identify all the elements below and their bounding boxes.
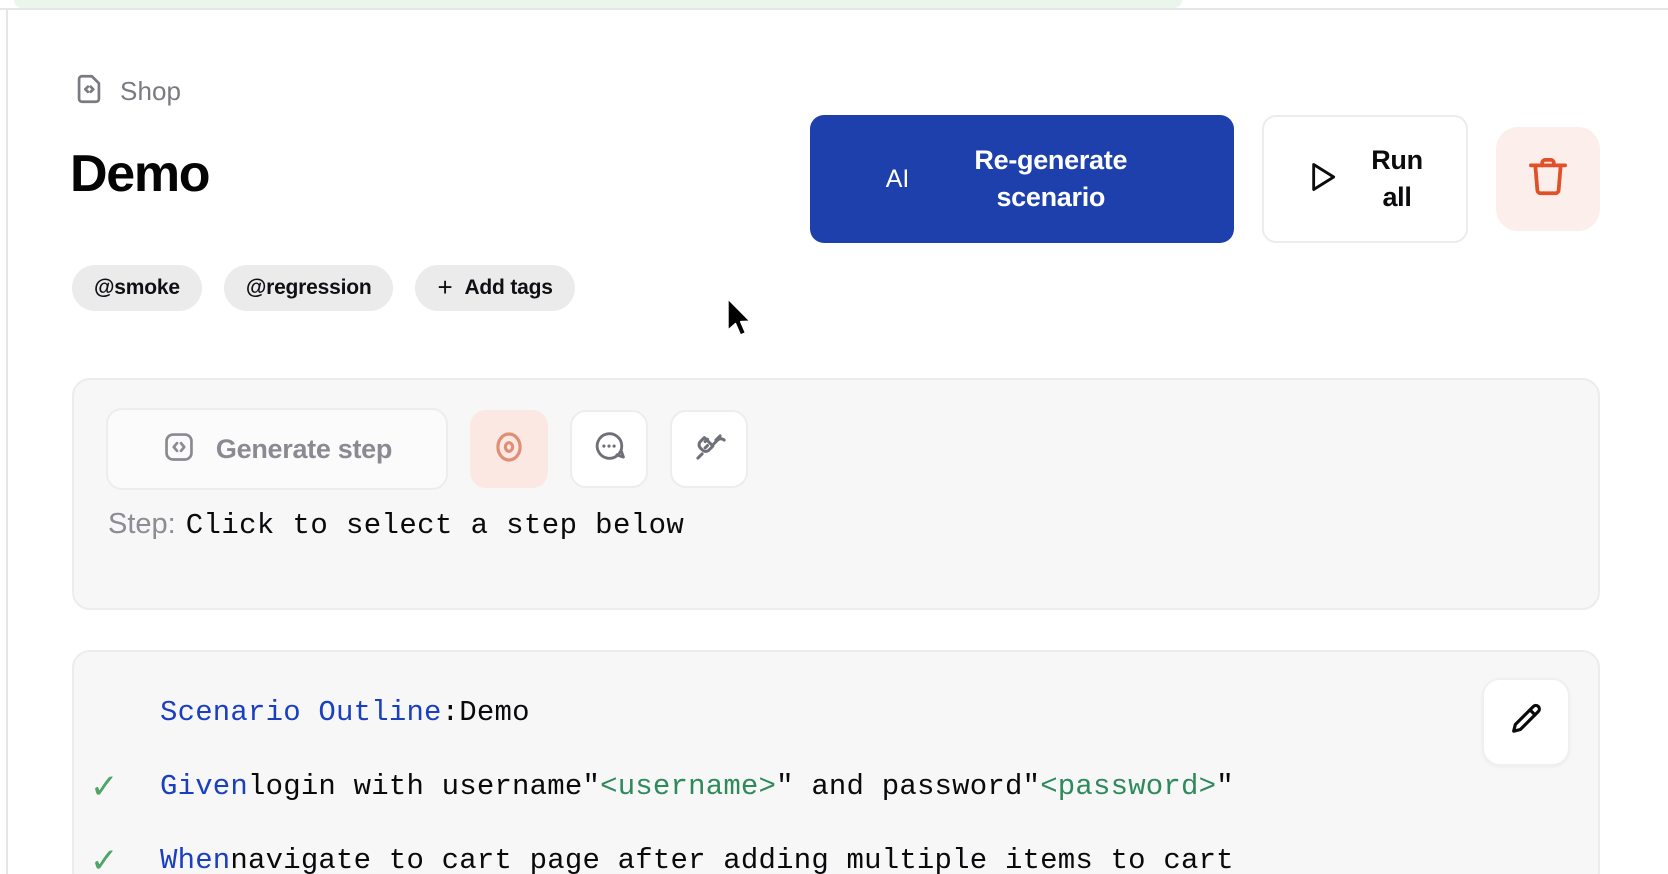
gherkin-text: " — [1022, 770, 1041, 803]
add-tags-label: Add tags — [464, 276, 553, 299]
play-triangle-icon — [1302, 157, 1342, 202]
edit-scenario-button[interactable] — [1482, 678, 1570, 766]
step-value[interactable]: Click to select a step below — [186, 509, 684, 542]
generate-step-button[interactable]: Generate step — [106, 408, 448, 490]
tag-smoke[interactable]: @smoke — [72, 265, 202, 311]
app-viewport: Shop Demo @smoke @regression + Add tags … — [0, 0, 1668, 874]
breadcrumb-label: Shop — [120, 76, 182, 106]
add-tags-button[interactable]: + Add tags — [415, 265, 575, 311]
regenerate-scenario-button[interactable]: AI Re-generate scenario — [810, 115, 1234, 243]
step-key: Step: — [108, 508, 176, 540]
gherkin-text: Demo — [459, 696, 530, 729]
tag-label: @smoke — [94, 276, 180, 299]
regenerate-label: Re-generate scenario — [974, 144, 1128, 212]
tag-label: @regression — [245, 276, 372, 299]
comment-button[interactable] — [570, 410, 648, 488]
delete-scenario-button[interactable] — [1496, 127, 1600, 231]
scenario-panel: ✓Scenario Outline: Demo✓Given login with… — [72, 650, 1600, 874]
breadcrumb[interactable]: Shop — [72, 72, 181, 111]
record-target-icon — [490, 428, 528, 471]
step-pass-check-icon: ✓ — [90, 841, 119, 874]
gherkin-text: " — [1216, 770, 1234, 803]
step-pass-check-icon: ✓ — [90, 767, 119, 807]
file-code-icon — [72, 72, 106, 111]
gherkin-text: " — [582, 770, 601, 803]
gherkin-text: " and password — [776, 770, 1023, 803]
step-toolbar: Generate step — [106, 408, 748, 490]
pencil-icon — [1506, 700, 1546, 745]
tag-regression[interactable]: @regression — [223, 265, 394, 311]
scenario-code-line[interactable]: ✓Scenario Outline: Demo — [124, 676, 1234, 750]
trash-icon — [1523, 152, 1573, 207]
gherkin-parameter: <username> — [600, 770, 777, 803]
header-actions: AI Re-generate scenario Run all — [810, 115, 1600, 243]
page-title: Demo — [70, 145, 211, 203]
run-all-button[interactable]: Run all — [1262, 115, 1468, 243]
gherkin-keyword: Given — [160, 770, 249, 803]
run-all-label: Run all — [1371, 144, 1423, 212]
unplug-icon — [691, 429, 727, 470]
plus-icon: + — [437, 272, 453, 302]
gherkin-text: navigate to cart page after adding multi… — [230, 844, 1234, 874]
generate-step-label: Generate step — [215, 433, 393, 464]
scenario-code-line[interactable]: ✓ When navigate to cart page after adding… — [90, 824, 1234, 874]
tag-row: @smoke @regression + Add tags — [72, 265, 575, 311]
ai-label: AI — [885, 164, 910, 193]
mouse-cursor — [726, 297, 756, 346]
selected-step-line: Step: Click to select a step below — [108, 508, 684, 542]
comment-dots-icon — [591, 429, 627, 470]
gherkin-separator: : — [441, 696, 460, 729]
code-brackets-icon — [162, 430, 196, 469]
scenario-page: Shop Demo @smoke @regression + Add tags … — [8, 10, 1668, 874]
step-panel: Generate step Step: Click to select a st… — [72, 378, 1600, 610]
step-check-placeholder: ✓ — [90, 696, 130, 730]
top-scrolled-strip — [14, 0, 1182, 8]
scenario-code-line[interactable]: ✓ Given login with username " <username> " … — [90, 750, 1234, 824]
gherkin-keyword: When — [160, 844, 231, 874]
scenario-code[interactable]: ✓Scenario Outline: Demo✓Given login with… — [90, 676, 1234, 874]
record-button[interactable] — [470, 410, 548, 488]
gherkin-text: login with username — [248, 770, 583, 803]
gherkin-parameter: <password> — [1040, 770, 1217, 803]
connector-button[interactable] — [670, 410, 748, 488]
gherkin-keyword: Scenario Outline — [160, 696, 442, 729]
